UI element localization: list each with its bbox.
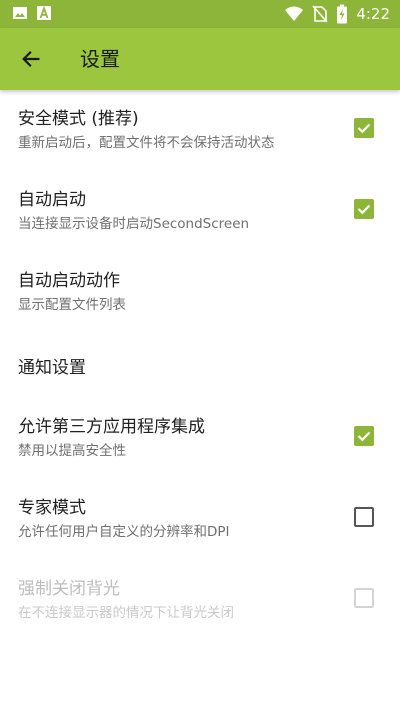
check-icon: [357, 123, 371, 134]
text-a-icon: [37, 5, 51, 20]
expert-mode-checkbox[interactable]: [354, 507, 374, 527]
check-icon: [357, 431, 371, 442]
setting-force-backlight-off: 强制关闭背光 在不连接显示器的情况下让背光关闭: [0, 560, 400, 641]
setting-title: 允许第三方应用程序集成: [18, 417, 205, 437]
clock: 4:22: [356, 5, 390, 23]
setting-summary: 当连接显示设备时启动SecondScreen: [18, 216, 250, 232]
no-sim-icon: [312, 5, 328, 23]
setting-expert-mode[interactable]: 专家模式 允许任何用户自定义的分辨率和DPI: [0, 479, 400, 560]
setting-notification-settings[interactable]: 通知设置: [0, 333, 400, 398]
system-status: 4:22: [284, 4, 390, 24]
app-bar: 设置: [0, 28, 400, 90]
safe-mode-checkbox[interactable]: [354, 118, 374, 138]
setting-title: 通知设置: [18, 358, 86, 378]
check-icon: [357, 204, 371, 215]
setting-auto-start-action[interactable]: 自动启动动作 显示配置文件列表: [0, 252, 400, 333]
back-button[interactable]: [12, 40, 50, 78]
setting-auto-start[interactable]: 自动启动 当连接显示设备时启动SecondScreen: [0, 171, 400, 252]
setting-summary: 允许任何用户自定义的分辨率和DPI: [18, 524, 230, 540]
arrow-back-icon: [22, 51, 40, 67]
battery-charging-icon: [337, 4, 348, 24]
setting-summary: 禁用以提高安全性: [18, 443, 126, 459]
auto-start-checkbox[interactable]: [354, 199, 374, 219]
setting-third-party-integration[interactable]: 允许第三方应用程序集成 禁用以提高安全性: [0, 398, 400, 479]
image-icon: [13, 7, 27, 19]
force-backlight-off-checkbox: [354, 588, 374, 608]
setting-safe-mode[interactable]: 安全模式 (推荐) 重新启动后，配置文件将不会保持活动状态: [0, 90, 400, 171]
setting-summary: 重新启动后，配置文件将不会保持活动状态: [18, 135, 275, 151]
wifi-icon: [285, 6, 304, 21]
setting-summary: 在不连接显示器的情况下让背光关闭: [18, 605, 234, 621]
setting-title: 专家模式: [18, 498, 86, 518]
settings-list: 安全模式 (推荐) 重新启动后，配置文件将不会保持活动状态 自动启动 当连接显示…: [0, 90, 400, 641]
setting-title: 自动启动动作: [18, 271, 120, 291]
setting-title: 自动启动: [18, 190, 86, 210]
setting-summary: 显示配置文件列表: [18, 297, 126, 313]
page-title: 设置: [80, 47, 120, 71]
third-party-integration-checkbox[interactable]: [354, 426, 374, 446]
status-bar: 4:22: [0, 0, 400, 28]
setting-title: 安全模式 (推荐): [18, 109, 139, 129]
setting-title: 强制关闭背光: [18, 579, 120, 599]
notification-icons: [12, 5, 52, 21]
